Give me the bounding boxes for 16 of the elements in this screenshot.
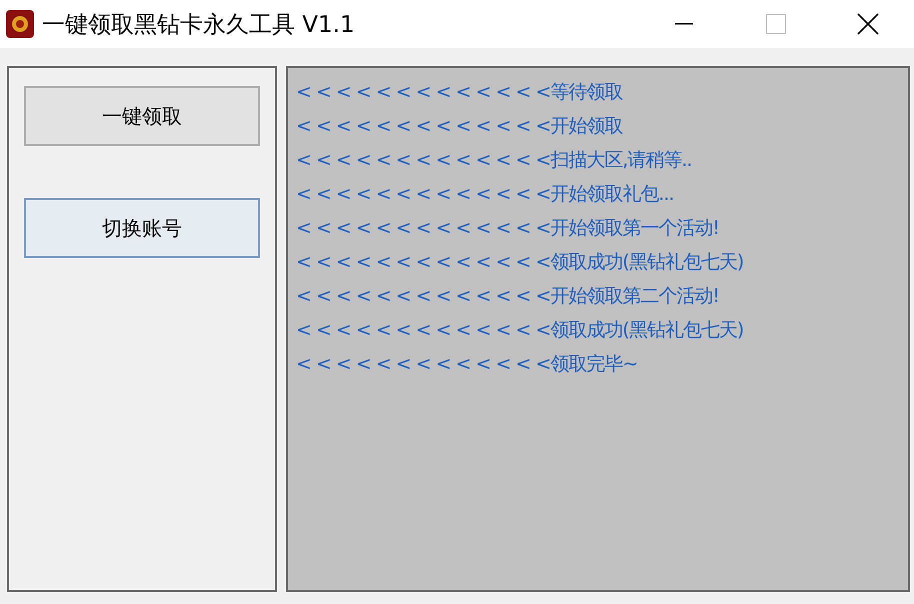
close-icon (857, 13, 879, 35)
log-line: < < < < < < < < < < < < <开始领取礼包... (296, 182, 674, 207)
action-button[interactable]: 一键领取 (24, 86, 260, 146)
log-line: < < < < < < < < < < < < <领取成功(黑钻礼包七天) (296, 318, 744, 343)
log-line: < < < < < < < < < < < < <开始领取第一个活动! (296, 216, 720, 241)
log-line: < < < < < < < < < < < < <领取成功(黑钻礼包七天) (296, 250, 744, 275)
log-line: < < < < < < < < < < < < <扫描大区,请稍等.. (296, 148, 692, 173)
app-icon (6, 10, 34, 38)
window-title: 一键领取黑钻卡永久工具 V1.1 (42, 10, 355, 40)
action-button[interactable]: 切换账号 (24, 198, 260, 258)
log-line: < < < < < < < < < < < < <开始领取 (296, 114, 622, 139)
log-line: < < < < < < < < < < < < <开始领取第二个活动! (296, 284, 720, 309)
maximize-icon (766, 14, 786, 34)
log-line: < < < < < < < < < < < < <领取完毕~ (296, 352, 638, 377)
log-line: < < < < < < < < < < < < <等待领取 (296, 80, 622, 105)
minimize-icon (675, 23, 693, 25)
